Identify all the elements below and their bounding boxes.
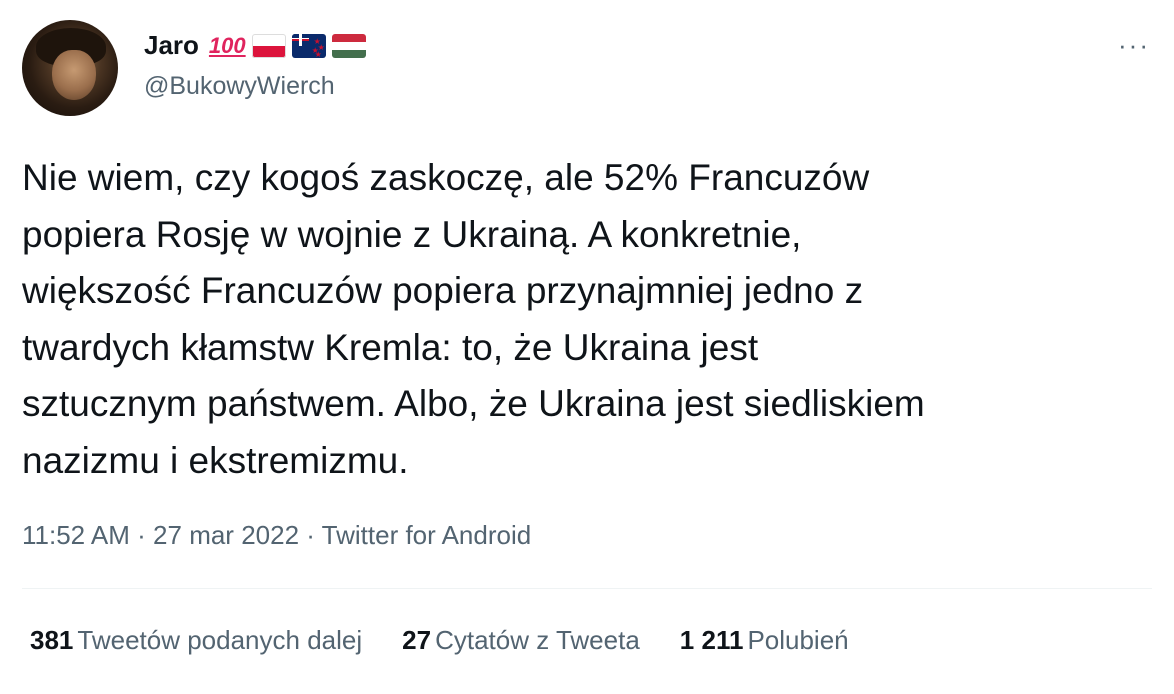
likes-count: 1 211 — [679, 625, 744, 655]
more-options-icon[interactable]: ··· — [1118, 30, 1150, 61]
tweet-stats: 381 Tweetów podanych dalej 27 Cytatów z Tw… — [30, 625, 849, 656]
likes-stat[interactable]: 1 211 Polubień — [680, 625, 849, 656]
quotes-count: 27 — [402, 625, 432, 655]
avatar[interactable] — [22, 20, 118, 116]
divider — [22, 588, 1152, 589]
tweet-meta: 11:52 AM · 27 mar 2022 · Twitter for And… — [22, 520, 531, 551]
meta-separator: · — [299, 520, 322, 550]
quotes-label: Cytatów z Tweeta — [435, 625, 640, 655]
author-name-row: Jaro 100 ★ ★ ★ ★ — [144, 30, 366, 61]
retweets-count: 381 — [30, 625, 74, 655]
likes-label: Polubień — [747, 625, 849, 655]
tweet-text: Nie wiem, czy kogoś zaskoczę, ale 52% Fr… — [22, 157, 925, 481]
quotes-stat[interactable]: 27 Cytatów z Tweeta — [402, 625, 640, 656]
avatar-face — [52, 50, 96, 100]
meta-separator: · — [129, 520, 154, 550]
retweets-stat[interactable]: 381 Tweetów podanych dalej — [30, 625, 362, 656]
author-name[interactable]: Jaro — [144, 30, 199, 61]
retweets-label: Tweetów podanych dalej — [77, 625, 363, 655]
hundred-points-icon: 100 — [208, 32, 246, 58]
flag-hungary-icon — [331, 33, 366, 58]
tweet-time[interactable]: 11:52 AM — [22, 520, 130, 550]
tweet-date[interactable]: 27 mar 2022 — [153, 520, 299, 550]
flag-new-zealand-icon: ★ ★ ★ ★ — [291, 33, 326, 58]
author-handle[interactable]: @BukowyWierch — [144, 72, 335, 101]
flag-poland-icon — [251, 33, 286, 58]
tweet-source[interactable]: Twitter for Android — [322, 520, 532, 550]
